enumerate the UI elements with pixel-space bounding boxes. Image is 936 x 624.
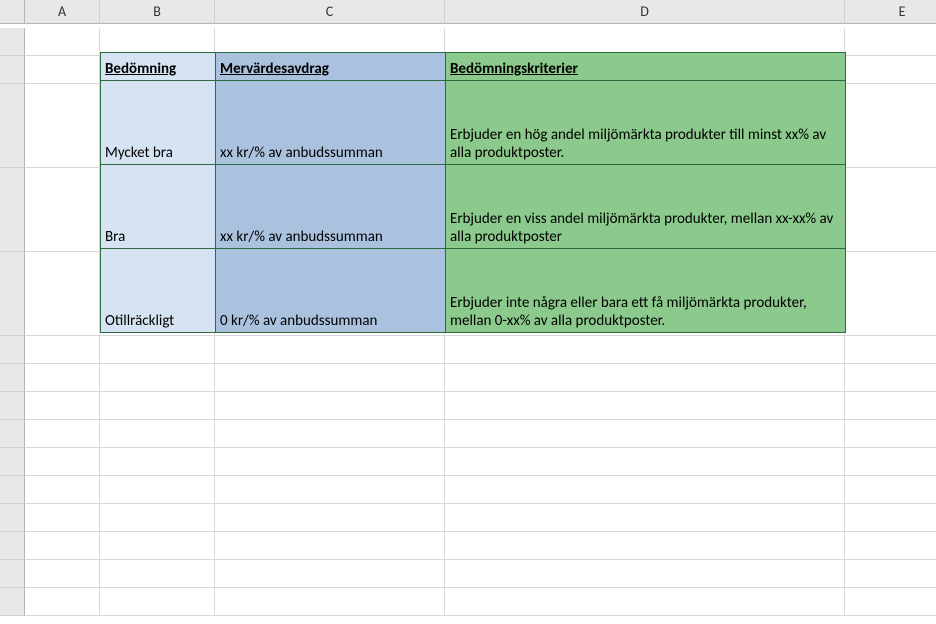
cell-mervardesavdrag[interactable]: xx kr/% av anbudssumman bbox=[216, 81, 446, 165]
cell[interactable] bbox=[215, 560, 445, 588]
col-header-b[interactable]: B bbox=[100, 0, 215, 24]
cell[interactable] bbox=[100, 560, 215, 588]
row-header[interactable] bbox=[0, 84, 25, 168]
cell[interactable] bbox=[215, 476, 445, 504]
cell[interactable] bbox=[100, 588, 215, 616]
cell-bedomning[interactable]: Mycket bra bbox=[101, 81, 216, 165]
header-bedomning[interactable]: Bedömning bbox=[101, 53, 216, 81]
cell[interactable] bbox=[25, 588, 100, 616]
cell[interactable] bbox=[215, 336, 445, 364]
col-header-e[interactable]: E bbox=[845, 0, 936, 24]
cell[interactable] bbox=[445, 448, 845, 476]
cell[interactable] bbox=[100, 420, 215, 448]
cell[interactable] bbox=[845, 420, 936, 448]
cell-kriterier[interactable]: Erbjuder inte några eller bara ett få mi… bbox=[446, 249, 846, 333]
cell[interactable] bbox=[845, 588, 936, 616]
cell-mervardesavdrag[interactable]: xx kr/% av anbudssumman bbox=[216, 165, 446, 249]
cell[interactable] bbox=[215, 448, 445, 476]
row-header[interactable] bbox=[0, 392, 25, 420]
row-header[interactable] bbox=[0, 168, 25, 252]
cell[interactable] bbox=[25, 476, 100, 504]
cell[interactable] bbox=[25, 252, 100, 336]
cell-mervardesavdrag[interactable]: 0 kr/% av anbudssumman bbox=[216, 249, 446, 333]
cell[interactable] bbox=[845, 252, 936, 336]
col-header-d[interactable]: D bbox=[445, 0, 845, 24]
cell[interactable] bbox=[100, 504, 215, 532]
cell[interactable] bbox=[25, 336, 100, 364]
select-all-corner[interactable] bbox=[0, 0, 25, 24]
cell-bedomning[interactable]: Bra bbox=[101, 165, 216, 249]
cell[interactable] bbox=[100, 336, 215, 364]
cell[interactable] bbox=[25, 504, 100, 532]
cell[interactable] bbox=[25, 420, 100, 448]
cell[interactable] bbox=[25, 56, 100, 84]
cell[interactable] bbox=[25, 448, 100, 476]
cell[interactable] bbox=[445, 364, 845, 392]
cell[interactable] bbox=[100, 476, 215, 504]
row-header[interactable] bbox=[0, 252, 25, 336]
col-header-a[interactable]: A bbox=[25, 0, 100, 24]
cell[interactable] bbox=[845, 532, 936, 560]
row-header[interactable] bbox=[0, 364, 25, 392]
cell[interactable] bbox=[445, 560, 845, 588]
row-header[interactable] bbox=[0, 588, 25, 616]
cell-kriterier[interactable]: Erbjuder en hög andel miljömärkta produk… bbox=[446, 81, 846, 165]
cell[interactable] bbox=[100, 392, 215, 420]
cell[interactable] bbox=[845, 336, 936, 364]
table-row: Otillräckligt 0 kr/% av anbudssumman Erb… bbox=[101, 249, 846, 333]
cell-kriterier[interactable]: Erbjuder en viss andel miljömärkta produ… bbox=[446, 165, 846, 249]
cell[interactable] bbox=[845, 560, 936, 588]
cell[interactable] bbox=[845, 504, 936, 532]
header-bedomningskriterier[interactable]: Bedömningskriterier bbox=[446, 53, 846, 81]
cell[interactable] bbox=[845, 84, 936, 168]
cell[interactable] bbox=[215, 532, 445, 560]
cell[interactable] bbox=[445, 336, 845, 364]
cell[interactable] bbox=[445, 532, 845, 560]
col-header-c[interactable]: C bbox=[215, 0, 445, 24]
cell[interactable] bbox=[100, 364, 215, 392]
cell[interactable] bbox=[845, 476, 936, 504]
row-header[interactable] bbox=[0, 476, 25, 504]
cell[interactable] bbox=[25, 392, 100, 420]
table-row: Bra xx kr/% av anbudssumman Erbjuder en … bbox=[101, 165, 846, 249]
spreadsheet-grid[interactable]: A B C D E Bedömning Mervärdesa bbox=[0, 0, 936, 616]
cell[interactable] bbox=[25, 168, 100, 252]
cell[interactable] bbox=[215, 588, 445, 616]
cell[interactable] bbox=[100, 532, 215, 560]
cell[interactable] bbox=[25, 84, 100, 168]
row-header[interactable] bbox=[0, 56, 25, 84]
cell[interactable] bbox=[445, 588, 845, 616]
cell[interactable] bbox=[845, 28, 936, 56]
cell[interactable] bbox=[215, 420, 445, 448]
cell[interactable] bbox=[845, 168, 936, 252]
cell[interactable] bbox=[25, 532, 100, 560]
header-mervardesavdrag[interactable]: Mervärdesavdrag bbox=[216, 53, 446, 81]
cell[interactable] bbox=[25, 28, 100, 56]
cell[interactable] bbox=[445, 420, 845, 448]
cell[interactable] bbox=[845, 56, 936, 84]
cell[interactable] bbox=[100, 448, 215, 476]
row-header[interactable] bbox=[0, 336, 25, 364]
cell[interactable] bbox=[445, 504, 845, 532]
cell[interactable] bbox=[445, 476, 845, 504]
row-header[interactable] bbox=[0, 448, 25, 476]
cell[interactable] bbox=[845, 448, 936, 476]
assessment-table: Bedömning Mervärdesavdrag Bedömningskrit… bbox=[100, 52, 846, 333]
cell[interactable] bbox=[25, 364, 100, 392]
row-header[interactable] bbox=[0, 420, 25, 448]
cell[interactable] bbox=[445, 392, 845, 420]
row-header[interactable] bbox=[0, 532, 25, 560]
cell[interactable] bbox=[25, 560, 100, 588]
cell[interactable] bbox=[215, 392, 445, 420]
cell-bedomning[interactable]: Otillräckligt bbox=[101, 249, 216, 333]
row-header[interactable] bbox=[0, 504, 25, 532]
row-header[interactable] bbox=[0, 28, 25, 56]
cell[interactable] bbox=[215, 504, 445, 532]
table-row: Mycket bra xx kr/% av anbudssumman Erbju… bbox=[101, 81, 846, 165]
row-header[interactable] bbox=[0, 560, 25, 588]
cell[interactable] bbox=[845, 364, 936, 392]
cell[interactable] bbox=[215, 364, 445, 392]
cell[interactable] bbox=[845, 392, 936, 420]
